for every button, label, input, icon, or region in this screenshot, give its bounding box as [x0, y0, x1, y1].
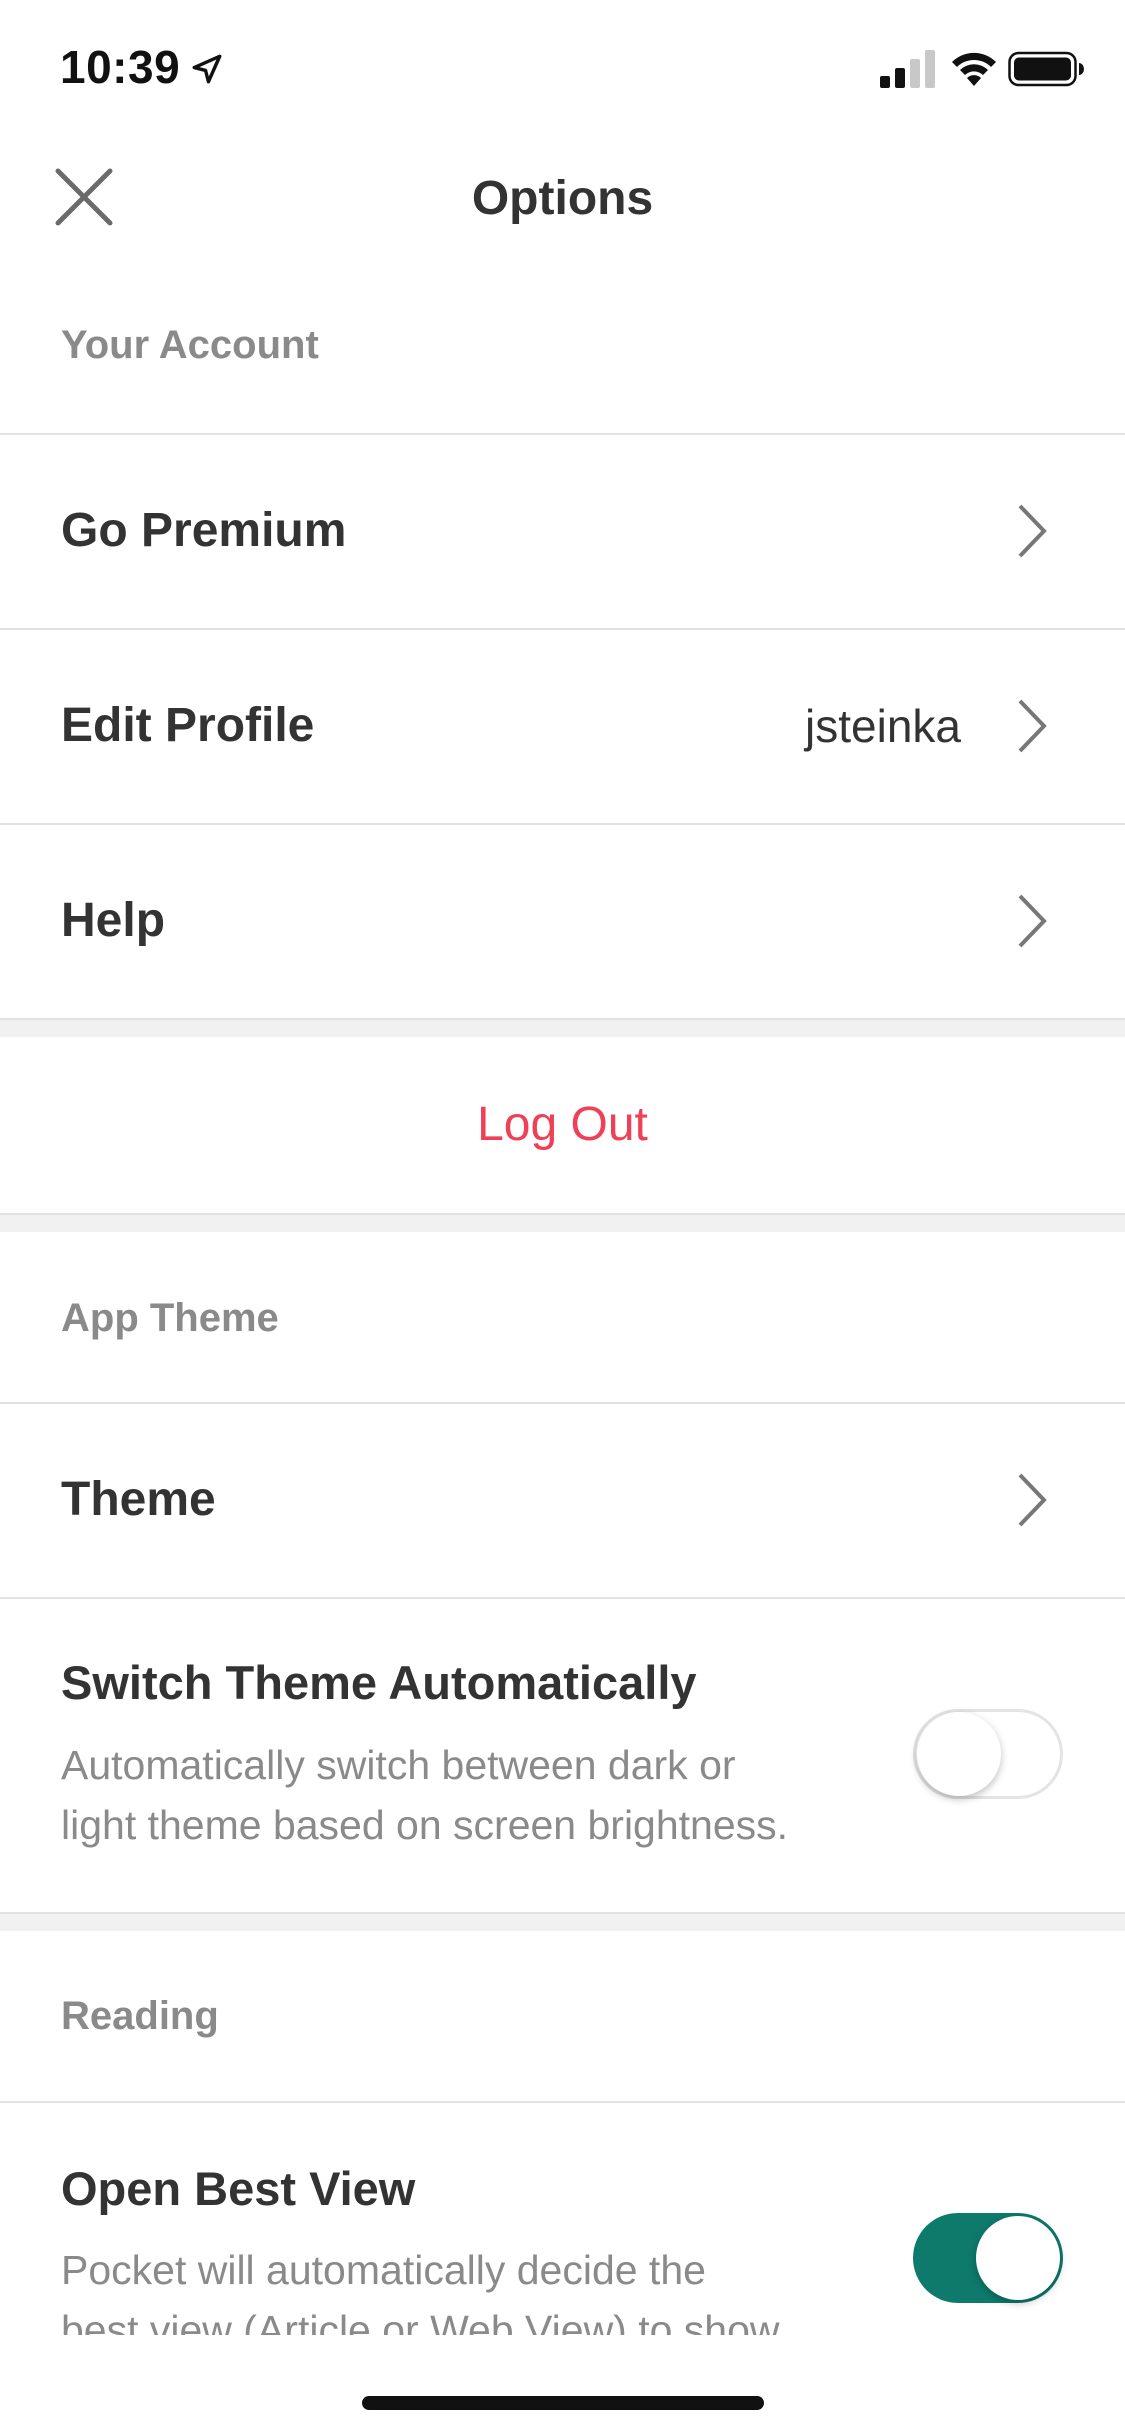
log-out-button[interactable]: Log Out: [0, 1097, 1125, 1152]
log-out-row[interactable]: Log Out: [0, 1037, 1125, 1215]
chevron-right-icon: [1018, 504, 1047, 558]
section-gap: [0, 1020, 1125, 1037]
home-indicator[interactable]: [362, 2396, 764, 2410]
status-bar: 10:39: [0, 0, 1125, 135]
bottom-safe-area: [0, 2335, 1125, 2436]
location-arrow-icon: [192, 54, 222, 84]
nav-bar: Options: [0, 135, 1125, 263]
help-row[interactable]: Help: [0, 825, 1125, 1020]
wifi-icon: [952, 52, 996, 86]
toggle-knob: [976, 2216, 1060, 2300]
theme-label: Theme: [61, 1473, 216, 1526]
open-best-view-label: Open Best View: [61, 2162, 416, 2215]
switch-theme-label: Switch Theme Automatically: [61, 1656, 697, 1709]
switch-theme-toggle[interactable]: [913, 1709, 1063, 1799]
toggle-knob: [917, 1712, 1001, 1796]
help-label: Help: [61, 894, 166, 947]
edit-profile-label: Edit Profile: [61, 699, 315, 752]
section-header-label: App Theme: [61, 1296, 279, 1340]
section-header-theme: App Theme: [0, 1232, 1125, 1404]
section-gap: [0, 1215, 1125, 1232]
section-header-reading: Reading: [0, 1931, 1125, 2103]
section-gap: [0, 1914, 1125, 1931]
go-premium-row[interactable]: Go Premium: [0, 435, 1125, 630]
cellular-signal-icon: [880, 50, 935, 88]
chevron-right-icon: [1018, 894, 1047, 948]
description-line: light theme based on screen brightness.: [61, 1802, 789, 1848]
theme-row[interactable]: Theme: [0, 1404, 1125, 1599]
description-line: Pocket will automatically decide the: [61, 2247, 706, 2293]
section-header-label: Your Account: [61, 323, 319, 367]
battery-icon: [1008, 51, 1084, 87]
edit-profile-row[interactable]: Edit Profile jsteinka: [0, 630, 1125, 825]
section-header-account: Your Account: [0, 261, 1125, 435]
chevron-right-icon: [1018, 1473, 1047, 1527]
switch-theme-description: Automatically switch between dark or lig…: [61, 1735, 881, 1855]
section-header-label: Reading: [61, 1994, 219, 2038]
go-premium-label: Go Premium: [61, 504, 347, 557]
username-value: jsteinka: [805, 700, 961, 752]
page-title: Options: [471, 172, 654, 225]
chevron-right-icon: [1018, 699, 1047, 753]
switch-theme-row: Switch Theme Automatically Automatically…: [0, 1599, 1125, 1914]
open-best-view-toggle[interactable]: [913, 2213, 1063, 2303]
status-time: 10:39: [60, 41, 181, 93]
description-line: Automatically switch between dark or: [61, 1742, 736, 1788]
